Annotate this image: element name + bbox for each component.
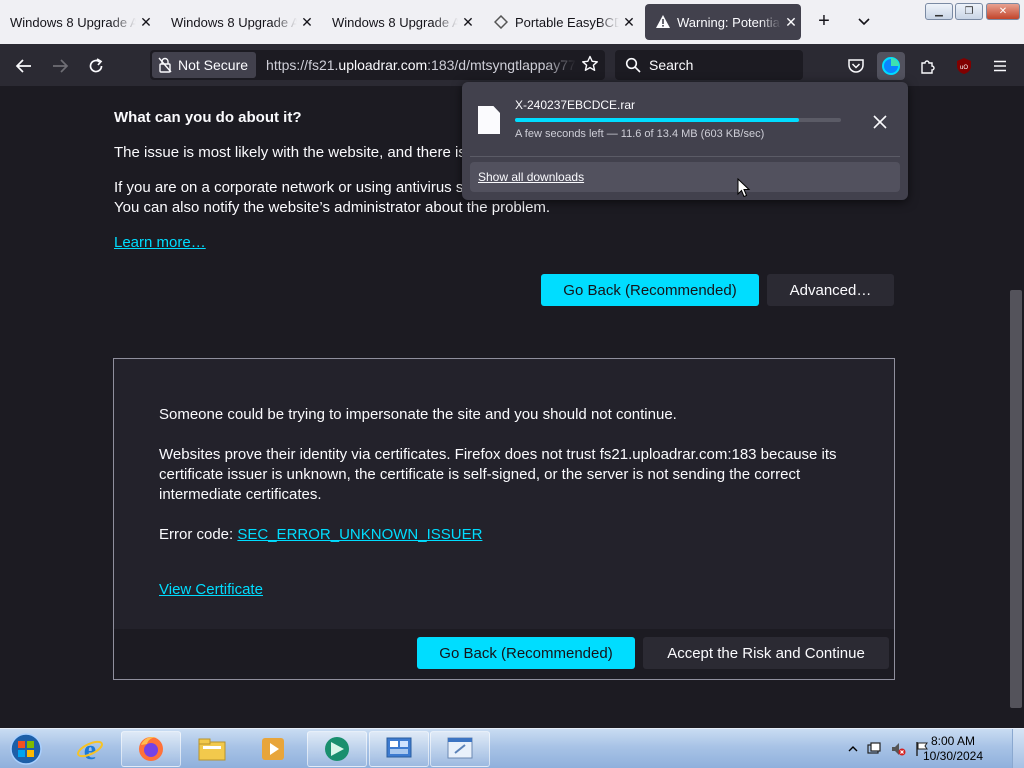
go-back-recommended-button[interactable]: Go Back (Recommended) [541, 274, 759, 306]
tab-title: Windows 8 Upgrade Assistant [332, 14, 458, 30]
tab-close-icon[interactable]: ✕ [458, 14, 478, 31]
firefox-icon[interactable] [121, 731, 181, 767]
tab-title: Warning: Potential Security Risk Ahead [677, 14, 781, 30]
tab-strip: Windows 8 Upgrade Assistant ✕ Windows 8 … [0, 0, 1024, 44]
error-code-link[interactable]: SEC_ERROR_UNKNOWN_ISSUER [237, 526, 482, 543]
svg-text:e: e [84, 735, 96, 764]
go-back-recommended-button-secondary[interactable]: Go Back (Recommended) [417, 637, 635, 669]
error-code-row: Error code: SEC_ERROR_UNKNOWN_ISSUER [159, 525, 482, 545]
tab-close-icon[interactable]: ✕ [136, 14, 156, 31]
forward-arrow-icon[interactable] [46, 52, 74, 80]
downloads-progress-icon[interactable] [877, 52, 905, 80]
tab-windows8-upgrade-3[interactable]: Windows 8 Upgrade Assistant ✕ [322, 4, 478, 40]
tab-windows8-upgrade-1[interactable]: Windows 8 Upgrade Assistant ✕ [0, 4, 156, 40]
back-arrow-icon[interactable] [10, 52, 38, 80]
download-status-text: A few seconds left — 11.6 of 13.4 MB (60… [515, 128, 765, 140]
warning-icon [655, 14, 671, 30]
show-all-downloads-button[interactable]: Show all downloads [470, 162, 900, 192]
control-panel-icon[interactable] [369, 731, 429, 767]
tab-windows8-upgrade-2[interactable]: Windows 8 Upgrade Assistant ✕ [161, 4, 317, 40]
tab-close-icon[interactable]: ✕ [619, 14, 639, 31]
scrollbar-thumb[interactable] [1010, 290, 1022, 708]
certificate-explanation-line3: intermediate certificates. [159, 486, 322, 503]
action-center-icon[interactable] [866, 741, 882, 757]
view-certificate-link[interactable]: View Certificate [159, 580, 263, 600]
taskbar-clock[interactable]: 8:00 AM 10/30/2024 [920, 734, 986, 764]
tab-title: Windows 8 Upgrade Assistant [10, 14, 136, 30]
start-orb-button[interactable] [6, 731, 46, 767]
menu-hamburger-icon[interactable] [986, 52, 1014, 80]
url-host: uploadrar.com [338, 57, 428, 73]
mouse-pointer-icon [737, 177, 751, 203]
not-secure-label: Not Secure [178, 57, 249, 73]
advanced-button[interactable]: Advanced… [767, 274, 894, 306]
url-bar[interactable]: Not Secure https://fs21.uploadrar.com:18… [150, 50, 605, 80]
download-progress-bar [515, 118, 841, 122]
notify-admin-paragraph-line2: You can also notify the website’s admini… [114, 199, 551, 216]
tab-portable-easybcd[interactable]: Portable EasyBCD v ✕ [483, 4, 639, 40]
easybcd-favicon-icon [493, 14, 509, 30]
tab-close-icon[interactable]: ✕ [297, 14, 317, 31]
url-prefix: https://fs21. [266, 57, 339, 73]
extensions-puzzle-icon[interactable] [914, 52, 942, 80]
search-bar[interactable]: Search [615, 50, 803, 80]
download-filename[interactable]: X-240237EBCDCE.rar [515, 98, 635, 112]
cancel-download-close-icon[interactable] [868, 110, 892, 134]
media-player-icon[interactable] [243, 731, 303, 767]
downloads-separator [470, 156, 900, 157]
url-text[interactable]: https://fs21.uploadrar.com:183/d/mtsyngt… [266, 57, 576, 73]
volume-muted-icon[interactable] [890, 741, 906, 757]
clock-date: 10/30/2024 [922, 749, 984, 763]
tab-close-icon[interactable]: ✕ [781, 14, 801, 31]
error-code-label: Error code: [159, 526, 238, 543]
internet-explorer-icon[interactable]: e [60, 731, 120, 767]
impersonate-warning-text: Someone could be trying to impersonate t… [159, 406, 677, 423]
show-desktop-button[interactable] [1012, 729, 1024, 768]
ublock-origin-icon[interactable]: uO [950, 52, 978, 80]
tab-title: Windows 8 Upgrade Assistant [171, 14, 297, 30]
reload-icon[interactable] [82, 52, 110, 80]
certificate-explanation-line2: certificate issuer is unknown, the certi… [159, 466, 801, 483]
downloads-panel: X-240237EBCDCE.rar A few seconds left — … [462, 82, 908, 200]
bookmark-star-icon[interactable] [581, 55, 599, 76]
svg-text:uO: uO [960, 65, 968, 71]
certificate-explanation-line1: Websites prove their identity via certif… [159, 446, 837, 463]
clock-time: 8:00 AM [930, 734, 976, 748]
corporate-network-paragraph-line1: If you are on a corporate network or usi… [114, 179, 464, 196]
file-icon [478, 106, 500, 134]
navigation-toolbar: Not Secure https://fs21.uploadrar.com:18… [0, 44, 1024, 86]
pocket-icon[interactable] [842, 52, 870, 80]
new-tab-plus-icon[interactable]: + [812, 10, 836, 34]
download-progress-fill [515, 118, 799, 122]
tab-warning-security-risk[interactable]: Warning: Potential Security Risk Ahead ✕ [645, 4, 801, 40]
window-preview-icon[interactable] [430, 731, 490, 767]
advanced-panel-footer: Go Back (Recommended) Accept the Risk an… [114, 629, 894, 679]
windows-taskbar: e 8:00 AM 10/30/2024 [0, 728, 1024, 768]
url-suffix: :183/d/mtsyngtlappay77 [427, 57, 576, 73]
easybcd-icon[interactable] [307, 731, 367, 767]
issue-paragraph: The issue is most likely with the websit… [114, 144, 466, 161]
learn-more-link[interactable]: Learn more… [114, 233, 206, 253]
not-secure-indicator[interactable]: Not Secure [152, 52, 257, 78]
lock-warning-icon [158, 57, 172, 73]
window-minimize-button[interactable]: ▁ [925, 3, 953, 20]
window-restore-button[interactable]: ❐ [955, 3, 983, 20]
show-hidden-icons-chevron-up-icon[interactable] [845, 741, 861, 757]
search-icon [625, 57, 641, 73]
list-all-tabs-chevron-down-icon[interactable] [852, 10, 876, 34]
what-can-you-do-heading: What can you do about it? [114, 109, 302, 126]
windows-explorer-icon[interactable] [182, 731, 242, 767]
search-placeholder: Search [649, 57, 694, 73]
show-all-downloads-label: Show all downloads [478, 170, 585, 184]
accept-risk-continue-button[interactable]: Accept the Risk and Continue [643, 637, 889, 669]
window-close-button[interactable]: ✕ [986, 3, 1020, 20]
advanced-details-panel: Someone could be trying to impersonate t… [113, 358, 895, 680]
tab-title: Portable EasyBCD v [515, 14, 619, 30]
